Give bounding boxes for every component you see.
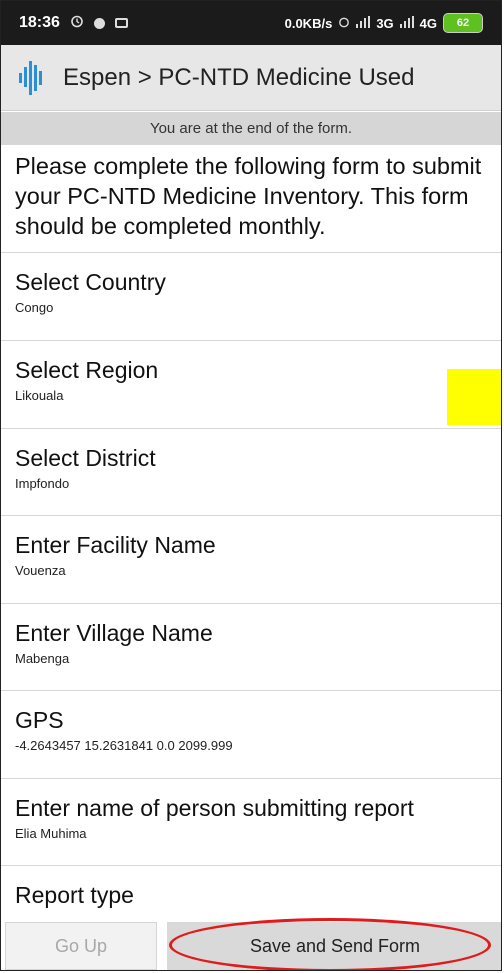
notification-dot-icon <box>93 17 105 29</box>
field-value: -4.2643457 15.2631841 0.0 2099.999 <box>15 738 233 753</box>
phone-screen: 18:36 0.0KB/s 3G 4G 62 Espen > PC-NTD Me… <box>0 0 502 971</box>
alarm-small-icon <box>338 16 350 31</box>
app-title: Espen > PC-NTD Medicine Used <box>63 63 415 91</box>
app-logo-icon <box>19 60 49 95</box>
status-bar: 18:36 0.0KB/s 3G 4G 62 <box>1 1 501 45</box>
network-4g: 4G <box>419 15 437 31</box>
save-and-send-button[interactable]: Save and Send Form <box>167 922 501 970</box>
go-up-button[interactable]: Go Up <box>5 922 157 970</box>
signal-2-icon <box>399 15 414 31</box>
field-label: Enter name of person submitting report <box>15 795 414 821</box>
field-value: Congo <box>15 300 54 315</box>
status-time: 18:36 <box>19 14 60 31</box>
network-3g: 3G <box>376 15 394 31</box>
bottom-button-bar: Go Up Save and Send Form <box>1 915 501 970</box>
field-village-name[interactable]: Enter Village Name Mabenga <box>1 604 501 691</box>
field-value: Elia Muhima <box>15 826 87 841</box>
form-intro-text: Please complete the following form to su… <box>1 145 501 253</box>
field-submitter-name[interactable]: Enter name of person submitting report E… <box>1 779 501 866</box>
field-gps[interactable]: GPS -4.2643457 15.2631841 0.0 2099.999 <box>1 691 501 779</box>
field-value: Impfondo <box>15 476 70 491</box>
field-region[interactable]: Select Region Likouala <box>1 341 501 429</box>
alarm-icon <box>70 14 84 33</box>
signal-icon <box>356 15 371 31</box>
field-label: Select Country <box>15 269 166 295</box>
battery-icon: 62 <box>443 13 483 33</box>
field-label: Report type <box>15 882 134 908</box>
app-bar: Espen > PC-NTD Medicine Used <box>1 45 501 111</box>
end-of-form-banner: You are at the end of the form. <box>1 112 501 145</box>
form-summary: Please complete the following form to su… <box>1 145 501 926</box>
field-label: GPS <box>15 707 64 733</box>
field-country[interactable]: Select Country Congo <box>1 253 501 341</box>
field-value: Mabenga <box>15 651 70 666</box>
field-value: Likouala <box>15 388 64 403</box>
field-label: Select Region <box>15 357 159 383</box>
net-speed: 0.0KB/s <box>284 15 333 31</box>
field-facility-name[interactable]: Enter Facility Name Vouenza <box>1 516 501 604</box>
field-value: Vouenza <box>15 563 66 578</box>
highlight-marker <box>447 369 501 425</box>
field-label: Enter Facility Name <box>15 532 216 558</box>
field-district[interactable]: Select District Impfondo <box>1 429 501 516</box>
message-icon <box>114 18 128 28</box>
field-label: Select District <box>15 445 156 471</box>
field-label: Enter Village Name <box>15 620 213 646</box>
